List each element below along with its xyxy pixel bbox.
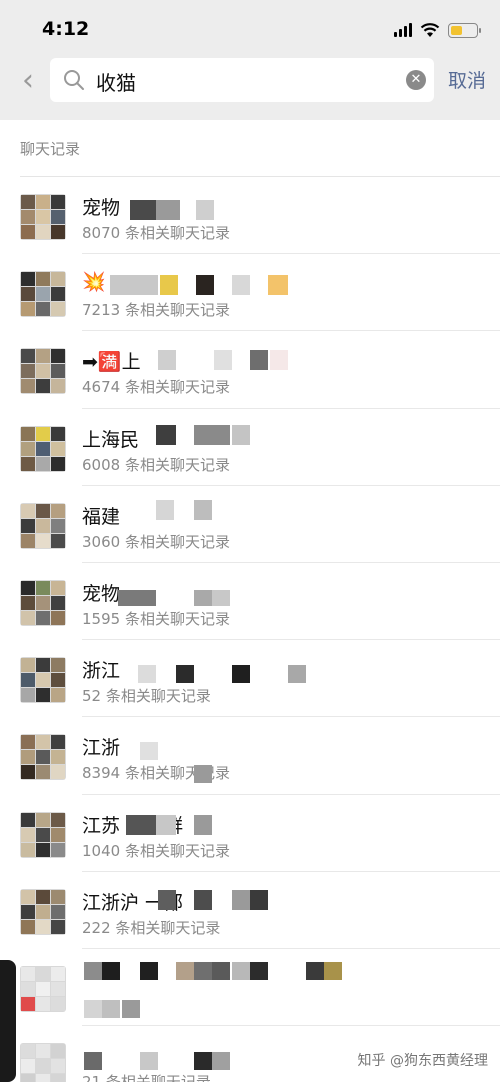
watermark: 知乎 @狗东西黄经理 — [357, 1053, 488, 1069]
group-avatar — [20, 657, 66, 704]
group-avatar — [20, 811, 66, 858]
result-count: 52 条相关聊天记录 — [82, 687, 211, 706]
list-item[interactable]: 💥 7213 条相关聊天记录 — [0, 254, 500, 332]
cancel-button[interactable]: 取消 — [448, 66, 486, 93]
result-count: 8394 条相关聊天记录 — [82, 764, 230, 783]
list-item[interactable]: 宠物 8070 条相关聊天记录 — [0, 177, 500, 255]
list-item[interactable]: 浙江 52 条相关聊天记录 — [0, 640, 500, 718]
result-title: 江浙沪 一部 — [82, 891, 184, 914]
result-count: 6008 条相关聊天记录 — [82, 455, 230, 474]
result-title: 上海⺠ — [82, 428, 140, 451]
results-list: 宠物 8070 条相关聊天记录 💥 7213 条相关聊天记录 ➡🈵上 4674 … — [0, 177, 500, 1082]
signal-icon — [394, 23, 412, 37]
result-count: 1040 条相关聊天记录 — [82, 841, 230, 860]
result-title: ➡🈵上 — [82, 351, 141, 374]
result-title: 宠物 — [82, 582, 121, 605]
status-icons — [394, 20, 481, 40]
search-query[interactable]: 收猫 — [96, 67, 136, 96]
group-avatar — [20, 425, 66, 472]
group-avatar — [20, 1043, 66, 1082]
edge-shadow — [0, 960, 16, 1082]
list-item[interactable]: 上海⺠ 6008 条相关聊天记录 — [0, 409, 500, 486]
result-count: 7213 条相关聊天记录 — [82, 301, 230, 320]
result-count: 3060 条相关聊天记录 — [82, 532, 230, 551]
battery-icon — [448, 22, 481, 38]
search-input[interactable]: 收猫 ✕ — [50, 58, 434, 102]
clear-icon[interactable]: ✕ — [406, 70, 426, 90]
list-item[interactable] — [0, 949, 500, 1027]
group-avatar — [20, 502, 66, 549]
group-avatar — [20, 888, 66, 935]
result-title: 浙江 — [82, 660, 121, 683]
list-item[interactable]: 江浙沪 一部 222 条相关聊天记录 — [0, 872, 500, 950]
list-item[interactable]: 江苏 交流群 1040 条相关聊天记录 — [0, 795, 500, 872]
result-title: 江浙 — [82, 737, 121, 760]
list-item[interactable]: 江浙 8394 条相关聊天记录 — [0, 717, 500, 795]
group-avatar — [20, 348, 66, 395]
search-header: 4:12 ‹ 收猫 ✕ 取消 — [0, 0, 500, 120]
list-item[interactable]: ➡🈵上 4674 条相关聊天记录 — [0, 331, 500, 409]
result-count: 222 条相关聊天记录 — [82, 918, 221, 937]
group-avatar — [20, 271, 66, 318]
wifi-icon — [420, 23, 440, 37]
search-icon — [64, 70, 84, 90]
group-avatar — [20, 965, 66, 1012]
result-count: 21 条相关聊天记录 — [82, 1071, 211, 1082]
result-title: 💥 — [82, 271, 106, 294]
group-avatar — [20, 579, 66, 626]
result-count: 4674 条相关聊天记录 — [82, 378, 230, 397]
section-label: 聊天记录 — [20, 140, 81, 158]
result-count: 8070 条相关聊天记录 — [82, 224, 230, 242]
back-chevron-icon[interactable]: ‹ — [14, 63, 42, 98]
group-avatar — [20, 194, 66, 240]
result-title: 宠物 — [82, 197, 121, 219]
list-item[interactable]: 宠物 1595 条相关聊天记录 — [0, 563, 500, 641]
result-title: 福建 — [82, 505, 121, 528]
group-avatar — [20, 734, 66, 781]
result-title: 江苏 交流群 — [82, 814, 184, 837]
result-count: 1595 条相关聊天记录 — [82, 609, 230, 628]
status-time: 4:12 — [42, 18, 90, 40]
list-item[interactable]: 福建 3060 条相关聊天记录 — [0, 486, 500, 564]
